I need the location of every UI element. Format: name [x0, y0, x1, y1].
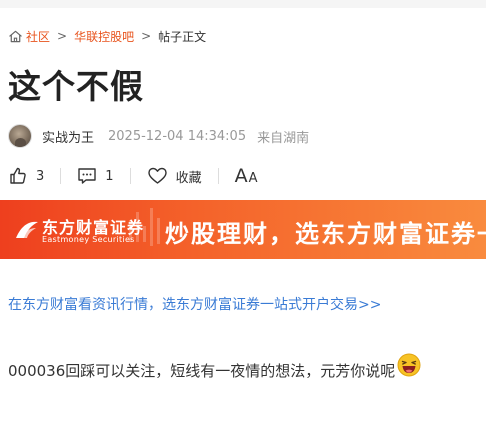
- home-icon[interactable]: [8, 29, 23, 44]
- banner-brand-en: Eastmoney Securities: [42, 235, 135, 244]
- comment-icon: [77, 166, 97, 186]
- post-location: 来自湖南: [257, 130, 310, 146]
- action-bar: 3 1 收藏 A A: [8, 164, 257, 188]
- favorite-label: 收藏: [175, 170, 202, 186]
- breadcrumb-home-link[interactable]: 社区: [26, 28, 50, 45]
- comment-count: 1: [105, 168, 114, 184]
- breadcrumb-current: 帖子正文: [158, 29, 207, 44]
- post-time: 2025-12-04 14:34:05: [108, 128, 247, 144]
- top-strip: [0, 0, 486, 8]
- breadcrumb-forum-link[interactable]: 华联控股吧: [74, 28, 134, 45]
- post-meta: 实战为王 2025-12-04 14:34:05 来自湖南: [8, 124, 309, 148]
- eastmoney-logo-icon: [16, 221, 38, 238]
- post-body: 000036回踩可以关注，短线有一夜情的想法，元芳你说呢: [8, 353, 421, 381]
- font-size-button[interactable]: A A: [235, 165, 258, 187]
- breadcrumb: 社区 > 华联控股吧 > 帖子正文: [8, 27, 206, 45]
- divider: [217, 168, 219, 184]
- breadcrumb-separator: >: [141, 29, 152, 43]
- divider: [60, 168, 62, 184]
- author-name[interactable]: 实战为王: [42, 127, 94, 146]
- avatar[interactable]: [8, 124, 32, 148]
- promo-link[interactable]: 在东方财富看资讯行情，选东方财富证券一站式开户交易>>: [8, 294, 381, 314]
- like-count: 3: [36, 168, 45, 184]
- font-size-large-glyph: A: [234, 165, 248, 187]
- banner-slogan: 炒股理财，选东方财富证券一: [165, 220, 486, 248]
- divider: [129, 168, 131, 184]
- ad-banner[interactable]: 东方财富证券 Eastmoney Securities 炒股理财，选东方财富证券…: [0, 200, 486, 259]
- post-page: 社区 > 华联控股吧 > 帖子正文 这个不假 实战为王 2025-12-04 1…: [0, 0, 486, 421]
- like-button[interactable]: 3: [8, 166, 44, 186]
- font-size-small-glyph: A: [248, 171, 258, 186]
- comment-button[interactable]: 1: [77, 166, 114, 186]
- post-title: 这个不假: [8, 67, 144, 106]
- thumbs-up-icon: [8, 166, 28, 186]
- post-body-text: 000036回踩可以关注，短线有一夜情的想法，元芳你说呢: [8, 362, 396, 380]
- breadcrumb-separator: >: [57, 29, 68, 43]
- laughing-emoji-icon: [397, 353, 421, 377]
- favorite-button[interactable]: 收藏: [147, 166, 202, 186]
- heart-icon: [147, 166, 168, 186]
